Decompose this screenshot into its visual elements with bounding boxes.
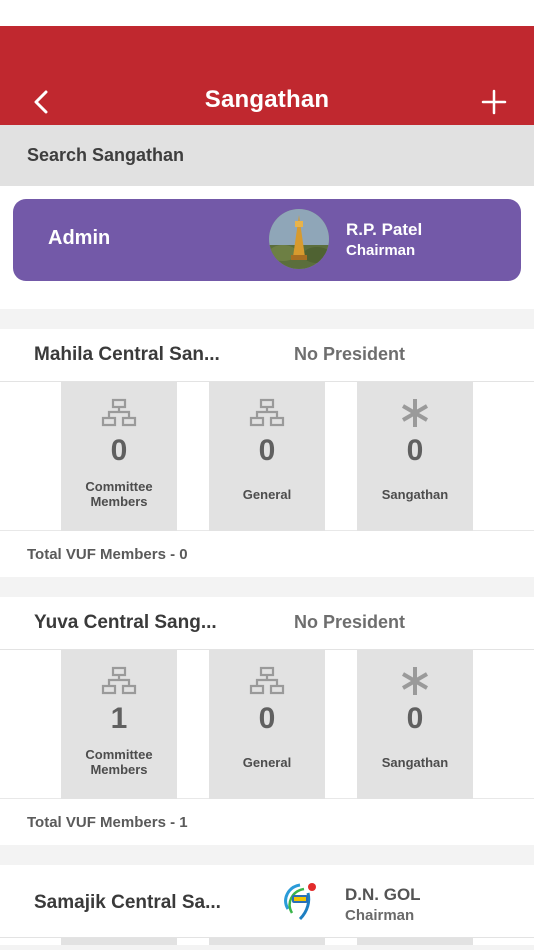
total-members: Total VUF Members - 0 xyxy=(27,545,188,563)
stat-count: 1 xyxy=(110,702,128,735)
president-status: No President xyxy=(294,344,406,364)
sangathan-name: Yuva Central Sang... xyxy=(34,612,217,633)
stat-count: 0 xyxy=(258,434,276,467)
stat-general[interactable]: 0 General xyxy=(209,382,325,531)
card-header: Yuva Central Sang... No President xyxy=(0,597,534,650)
network-icon xyxy=(249,398,285,427)
president-info: D.N. GOL Chairman xyxy=(345,885,421,924)
asterisk-icon xyxy=(401,399,429,427)
stat-label: Committee Members xyxy=(85,479,153,509)
status-bar xyxy=(0,0,534,26)
app-header: Sangathan xyxy=(0,26,534,125)
network-icon xyxy=(101,398,137,427)
stat-sangathan[interactable]: 0 Sangathan xyxy=(357,382,473,531)
add-button[interactable] xyxy=(480,86,508,118)
network-icon xyxy=(249,666,285,695)
stat-count: 0 xyxy=(258,702,276,735)
search-input[interactable]: Search Sangathan xyxy=(0,125,534,186)
admin-info: R.P. Patel Chairman xyxy=(346,220,422,259)
search-placeholder: Search Sangathan xyxy=(27,145,185,165)
divider xyxy=(0,309,534,329)
organization-logo xyxy=(284,883,316,921)
network-icon xyxy=(101,666,137,695)
sangathan-card[interactable]: Mahila Central San... No President 0 Com… xyxy=(0,329,534,577)
president-status: No President xyxy=(294,612,406,632)
plus-icon xyxy=(481,89,507,115)
president-name: D.N. GOL xyxy=(345,885,421,904)
stat-count: 0 xyxy=(406,434,424,467)
sangathan-name: Mahila Central San... xyxy=(34,344,220,365)
admin-label: Admin xyxy=(48,227,111,249)
stat-label: Sangathan xyxy=(381,755,449,770)
stat-count: 0 xyxy=(406,702,424,735)
stat-committee-members[interactable]: 0 Committee Members xyxy=(61,382,177,531)
stat-label: General xyxy=(242,755,292,770)
stat-count: 0 xyxy=(110,434,128,467)
president-role: Chairman xyxy=(345,907,415,924)
admin-section: Admin R.P. Patel Chairman xyxy=(0,186,534,309)
stats-row: 1 Committee Members 0 General 0 Sangatha… xyxy=(0,650,534,799)
total-members: Total VUF Members - 1 xyxy=(27,813,188,831)
stat-label: Committee Members xyxy=(85,747,153,777)
stat-committee-members[interactable]: 1 Committee Members xyxy=(61,650,177,799)
stat-tile xyxy=(357,938,473,945)
stats-row: 0 Committee Members 0 General 0 Sangatha… xyxy=(0,382,534,531)
stat-sangathan[interactable]: 0 Sangathan xyxy=(357,650,473,799)
admin-role: Chairman xyxy=(346,242,416,259)
admin-card[interactable]: Admin R.P. Patel Chairman xyxy=(13,199,521,281)
stat-tile xyxy=(209,938,325,945)
stat-label: Sangathan xyxy=(381,487,449,502)
sangathan-name: Samajik Central Sa... xyxy=(34,892,221,913)
card-header: Mahila Central San... No President xyxy=(0,329,534,382)
stat-label: General xyxy=(242,487,292,502)
admin-name: R.P. Patel xyxy=(346,220,423,239)
stat-general[interactable]: 0 General xyxy=(209,650,325,799)
asterisk-icon xyxy=(401,667,429,695)
sangathan-card[interactable]: Samajik Central Sa... D.N. GOL Chairman xyxy=(0,865,534,945)
page-title: Sangathan xyxy=(204,86,330,113)
sangathan-card[interactable]: Yuva Central Sang... No President 1 Comm… xyxy=(0,597,534,845)
admin-avatar xyxy=(269,209,329,269)
stat-tile xyxy=(61,938,177,945)
